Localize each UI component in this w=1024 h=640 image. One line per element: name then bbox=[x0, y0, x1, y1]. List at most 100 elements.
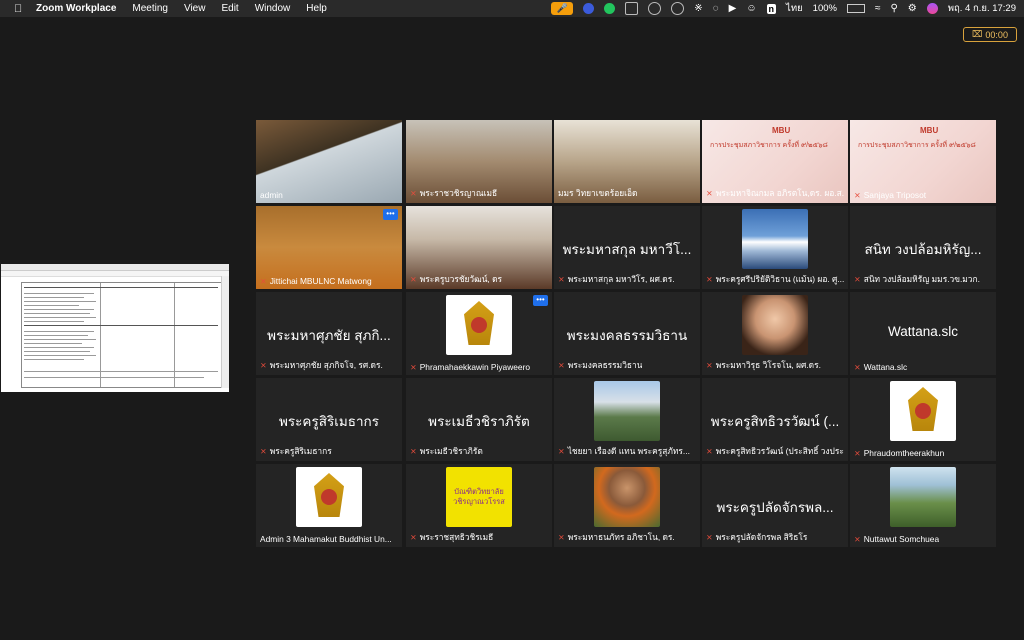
participant-name-large: พระมหาสกุล มหาวีโ... bbox=[562, 242, 692, 257]
participant-tile[interactable]: ⨯ Nuttawut Somchuea bbox=[850, 464, 996, 547]
participant-tile[interactable]: พระเมธีวชิราภิรัต ⨯ พระเมธีวชิราภิรัต bbox=[406, 378, 552, 461]
muted-mic-icon: ⨯ bbox=[410, 362, 417, 372]
slide-brand: MBU bbox=[772, 126, 791, 135]
slide-brand: MBU bbox=[920, 126, 939, 135]
microphone-status-icon[interactable]: 🎤 bbox=[551, 2, 574, 15]
participant-tile[interactable]: บัณฑิตวิทยาลัย วชิรญาณวโรรส ⨯ พระราชสุทธิว… bbox=[406, 464, 552, 547]
app-name-menu[interactable]: Zoom Workplace bbox=[36, 3, 116, 14]
participant-tile[interactable]: MBU การประชุมสภาวิชาการ ครั้งที่ ๙/๒๕๖๘ ⨯ S… bbox=[850, 120, 996, 203]
bluetooth-icon[interactable]: ※ bbox=[694, 3, 702, 14]
participant-tile[interactable]: ⨯ พระครูบวรชัยวัฒน์, ดร bbox=[406, 206, 552, 289]
participant-tile[interactable]: MBU การประชุมสภาวิชาการ ครั้งที่ ๙/๒๕๖๘ ⨯ พ… bbox=[702, 120, 848, 203]
participant-name: พระเมธีวชิราภิรัต bbox=[419, 446, 483, 456]
participant-name-label: ⨯ Wattana.slc bbox=[854, 362, 907, 372]
participant-tile[interactable]: admin bbox=[256, 120, 402, 203]
participant-name-label: ⨯ พระมหาสกุล มหาวีโร, ผศ.ดร. bbox=[558, 272, 675, 286]
participant-name: Nuttawut Somchuea bbox=[863, 534, 940, 544]
participant-name: Jittichai MBULNC Matwong bbox=[269, 276, 372, 286]
participant-name-label: ⨯ Nuttawut Somchuea bbox=[854, 534, 939, 544]
muted-mic-icon: ⨯ bbox=[260, 276, 267, 286]
keyboard-n-icon[interactable]: n bbox=[766, 3, 777, 14]
participant-tile[interactable]: ••• ⨯ Jittichai MBULNC Matwong bbox=[256, 206, 402, 289]
control-center-icon[interactable]: ⚙ bbox=[908, 3, 917, 14]
participant-name-label: ⨯ พระเมธีวชิราภิรัต bbox=[410, 444, 483, 458]
participant-name: พระมหาสกุล มหาวีโร, ผศ.ดร. bbox=[567, 274, 675, 284]
menu-help[interactable]: Help bbox=[306, 3, 327, 14]
participant-name: พระครูศรีปริยัติวิธาน (แม้น) ผอ. ศู... bbox=[715, 274, 844, 284]
participant-name: พระครูบวรชัยวัฒน์, ดร bbox=[419, 274, 503, 284]
menu-edit[interactable]: Edit bbox=[221, 3, 238, 14]
participant-avatar bbox=[890, 381, 956, 441]
muted-mic-icon: ⨯ bbox=[260, 446, 267, 456]
timer-value: 00:00 bbox=[985, 29, 1008, 40]
participant-name-label: มมร วิทยาเขตร้อยเอ็ด bbox=[558, 186, 638, 200]
participant-tile[interactable]: ⨯ พระมหาวิรุธ วิโรจโน, ผศ.ดร. bbox=[702, 292, 848, 375]
eye-icon[interactable]: ◌ bbox=[713, 3, 719, 14]
apple-icon[interactable]:  bbox=[14, 3, 26, 15]
participant-tile[interactable]: พระครูปลัดจักรพล... ⨯ พระครูปลัดจักรพล สิร… bbox=[702, 464, 848, 547]
participant-tile[interactable]: ⨯ พระครูศรีปริยัติวิธาน (แม้น) ผอ. ศู... bbox=[702, 206, 848, 289]
meeting-timer[interactable]: ⌧ 00:00 bbox=[963, 27, 1017, 42]
input-source[interactable]: ไทย bbox=[786, 1, 803, 16]
play-icon[interactable]: ▶ bbox=[729, 3, 737, 14]
search-icon[interactable]: ⚲ bbox=[890, 3, 897, 14]
participant-tile[interactable]: ⨯ Phraudomtheerakhun bbox=[850, 378, 996, 461]
participant-name-label: ⨯ พระมหาวิรุธ วิโรจโน, ผศ.ดร. bbox=[706, 358, 821, 372]
muted-mic-icon: ⨯ bbox=[706, 446, 713, 456]
info-icon[interactable] bbox=[648, 2, 662, 15]
participant-name-label: ⨯ พระมงคลธรรมวิธาน bbox=[558, 358, 642, 372]
more-options-button[interactable]: ••• bbox=[383, 209, 398, 220]
participant-tile[interactable]: พระมหาสกุล มหาวีโ... ⨯ พระมหาสกุล มหาวีโร,… bbox=[554, 206, 700, 289]
line-icon[interactable] bbox=[604, 3, 616, 14]
participant-name-label: ⨯ Phramahaekkawin Piyaweero bbox=[410, 362, 530, 372]
menu-meeting[interactable]: Meeting bbox=[132, 3, 168, 14]
participant-name: พระราชวชิรญาณเมธี bbox=[419, 188, 498, 198]
participant-tile[interactable]: Wattana.slc ⨯ Wattana.slc bbox=[850, 292, 996, 375]
participant-name: พระมหาจิณกมล อภิรตโน,ดร. ผอ.ส... bbox=[715, 188, 844, 198]
menu-view[interactable]: View bbox=[184, 3, 206, 14]
participant-tile[interactable]: พระมงคลธรรมวิธาน ⨯ พระมงคลธรรมวิธาน bbox=[554, 292, 700, 375]
battery-icon[interactable] bbox=[846, 4, 865, 13]
participant-tile[interactable]: ⨯ ไชยยา เรืองดี แทน พระครูสุภัทร... bbox=[554, 378, 700, 461]
menu-window[interactable]: Window bbox=[255, 3, 291, 14]
participant-name-label: ⨯ พระครูบวรชัยวัฒน์, ดร bbox=[410, 272, 502, 286]
participant-name: มมร วิทยาเขตร้อยเอ็ด bbox=[558, 188, 638, 198]
shared-screen-thumbnail[interactable] bbox=[1, 264, 229, 392]
muted-mic-icon: ⨯ bbox=[854, 190, 861, 200]
wifi-icon[interactable]: ≈ bbox=[875, 3, 881, 14]
participant-tile[interactable]: ••• ⨯ Phramahaekkawin Piyaweero bbox=[406, 292, 552, 375]
muted-mic-icon: ⨯ bbox=[854, 534, 861, 544]
participant-tile[interactable]: ⨯ พระมหาธนภัทร อภิชาโน, ดร. bbox=[554, 464, 700, 547]
participant-name: พระมหาธนภัทร อภิชาโน, ดร. bbox=[567, 532, 675, 542]
siri-icon[interactable] bbox=[926, 3, 938, 14]
participant-tile[interactable]: Admin 3 Mahamakut Buddhist Un... bbox=[256, 464, 402, 547]
shared-document bbox=[21, 282, 223, 388]
user-icon[interactable]: ☺ bbox=[746, 3, 756, 14]
participant-name-label: ⨯ พระครูปลัดจักรพล สิริธโร bbox=[706, 530, 807, 544]
participant-tile[interactable]: พระครูสิทธิวรวัฒน์ (... ⨯ พระครูสิทธิวรวัฒ… bbox=[702, 378, 848, 461]
participant-tile[interactable]: พระครูสิริเมธากร ⨯ พระครูสิริเมธากร bbox=[256, 378, 402, 461]
muted-mic-icon: ⨯ bbox=[410, 446, 417, 456]
airdrop-icon[interactable] bbox=[671, 2, 685, 15]
more-options-button[interactable]: ••• bbox=[533, 295, 548, 306]
muted-mic-icon: ⨯ bbox=[854, 274, 861, 284]
battery-percent: 100% bbox=[812, 3, 837, 14]
participant-name: พระมงคลธรรมวิธาน bbox=[567, 360, 643, 370]
participant-name-large: Wattana.slc bbox=[887, 324, 959, 339]
participant-name: ไชยยา เรืองดี แทน พระครูสุภัทร... bbox=[567, 446, 690, 456]
clock[interactable]: พฤ. 4 ก.ย. 17:29 bbox=[948, 1, 1016, 16]
participant-name: พระครูสิทธิวรวัฒน์ (ประสิทธิ์ วงประ... bbox=[715, 446, 844, 456]
muted-mic-icon: ⨯ bbox=[410, 188, 417, 198]
timer-icon: ⌧ bbox=[972, 29, 983, 39]
participant-tile[interactable]: สนิท วงปล้อมหิรัญ... ⨯ สนิท วงปล้อมหิรัญ ม… bbox=[850, 206, 996, 289]
zoom-status-icon[interactable] bbox=[583, 3, 595, 14]
participant-name-label: ⨯ พระครูสิริเมธากร bbox=[260, 444, 332, 458]
gallery-grid: admin ⨯ พระราชวชิรญาณเมธี มมร วิทยาเขตร้อยเ… bbox=[256, 120, 998, 547]
participant-tile[interactable]: พระมหาศุภชัย สุภกิ... ⨯ พระมหาศุภชัย สุภกิ… bbox=[256, 292, 402, 375]
participant-tile[interactable]: ⨯ พระราชวชิรญาณเมธี bbox=[406, 120, 552, 203]
participant-avatar bbox=[296, 467, 362, 527]
participant-tile[interactable]: มมร วิทยาเขตร้อยเอ็ด bbox=[554, 120, 700, 203]
participant-name-large: พระครูปลัดจักรพล... bbox=[716, 500, 834, 515]
muted-mic-icon: ⨯ bbox=[854, 448, 861, 458]
grid-icon[interactable] bbox=[625, 2, 639, 15]
